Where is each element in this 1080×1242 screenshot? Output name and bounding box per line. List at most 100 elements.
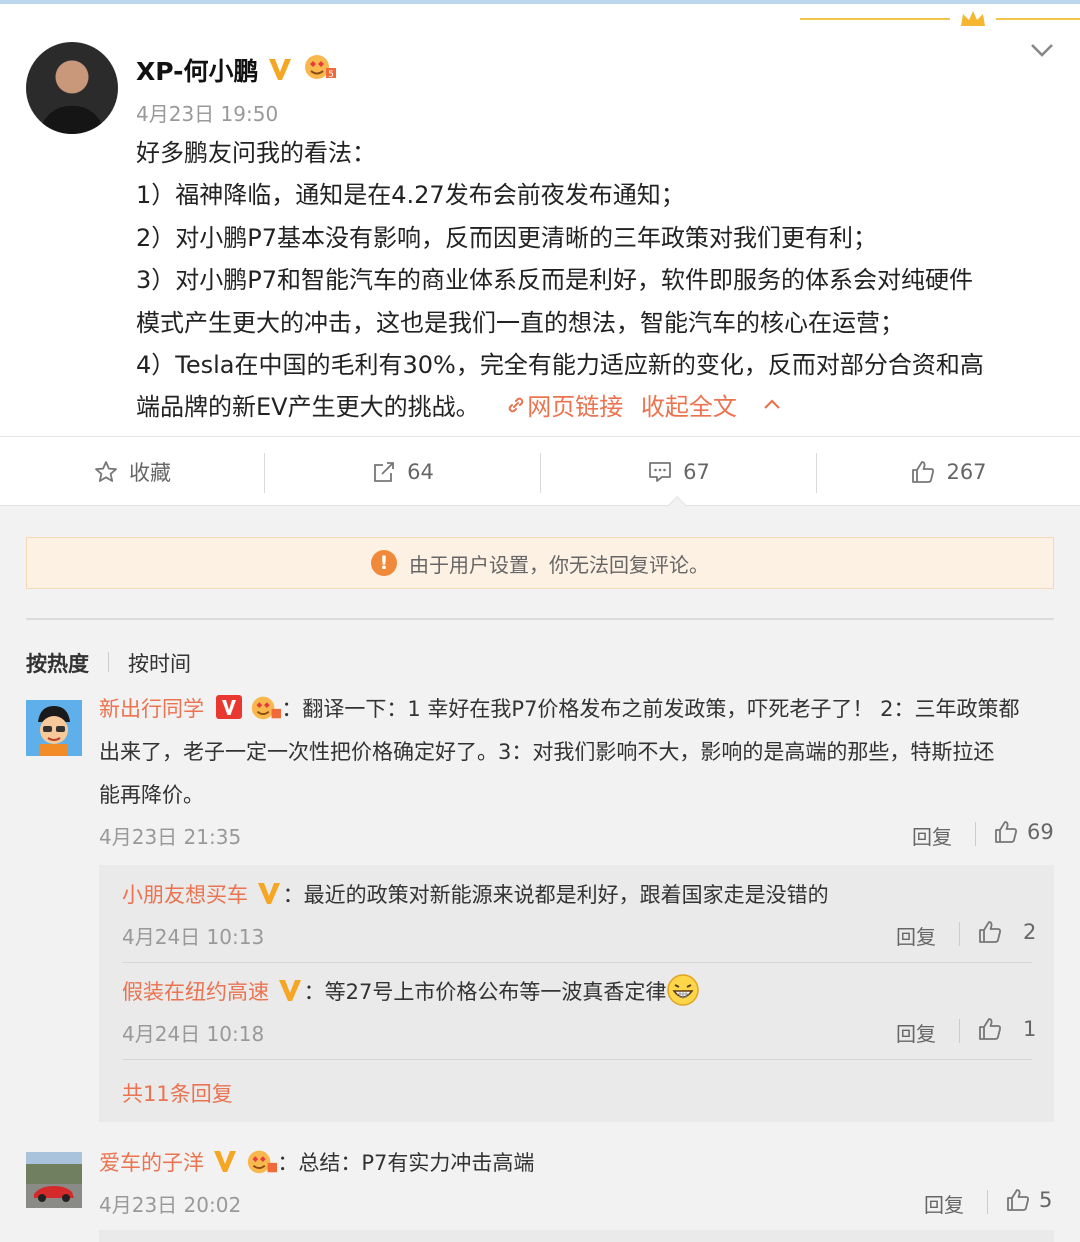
comment-icon	[649, 462, 672, 482]
sub-reply-text: ：等27号上市价格公布等一波真香定律	[303, 980, 667, 1004]
author-name[interactable]: XP-何小鹏	[136, 52, 259, 88]
post-time: 4月23日 19:50	[136, 102, 279, 126]
notice-text: 由于用户设置，你无法回复评论。	[409, 552, 709, 577]
verified-v-icon	[257, 883, 280, 904]
sort-by-time[interactable]: 按时间	[128, 648, 191, 678]
reply-restricted-notice: ! 由于用户设置，你无法回复评论。	[26, 537, 1054, 589]
post-line: 模式产生更大的冲击，这也是我们一直的想法，智能汽车的核心在运营；	[136, 308, 904, 337]
sub-reply-like-count: 2	[1023, 920, 1037, 944]
comment-text: ：翻译一下：1 幸好在我P7价格发布之前发政策，吓死老子了！ 2：三年政策都	[281, 697, 1020, 721]
post-line: 好多鹏友问我的看法：	[136, 139, 376, 167]
star-icon	[95, 461, 117, 482]
post-line: 4）Tesla在中国的毛利有30%，完全有能力适应新的变化，反而对部分合资和高	[136, 351, 984, 380]
weibo-post: XP-何小鹏 5 4月23日 19:50 好多鹏友问我的看法： 1）福神降临，通…	[0, 4, 1080, 436]
comment-time: 4月23日 20:02	[99, 1193, 242, 1217]
author-avatar[interactable]	[26, 42, 118, 134]
reply-button[interactable]: 回复	[924, 1189, 964, 1218]
sort-by-hot[interactable]: 按热度	[26, 648, 89, 678]
like-divider	[959, 922, 960, 946]
comment-button[interactable]: 67	[541, 437, 816, 507]
avatar-cartoon	[26, 700, 82, 756]
thumbs-up-icon	[995, 821, 1017, 843]
sub-reply-body: 小朋友想买车 ：最近的政策对新能源来说都是利好，跟着国家走是没错的	[122, 879, 829, 909]
like-divider	[987, 1190, 988, 1214]
web-link[interactable]: 网页链接	[505, 393, 631, 421]
comment-username[interactable]: 爱车的子洋	[99, 1151, 204, 1175]
comment-like-button[interactable]: 5	[1005, 1187, 1052, 1213]
comment-time: 4月23日 21:35	[99, 825, 242, 849]
like-count: 267	[946, 460, 987, 484]
post-line: 1）福神降临，通知是在4.27发布会前夜发布通知；	[136, 181, 685, 210]
sub-reply-username[interactable]: 小朋友想买车	[122, 883, 248, 907]
post-last-line: 端品牌的新EV产生更大的挑战。 网页链接 收起全文	[136, 386, 1046, 428]
action-bar: 收藏 64 67 267	[0, 436, 1080, 506]
section-divider	[26, 618, 1054, 620]
sort-divider	[108, 652, 109, 672]
web-link-label: 网页链接	[527, 393, 624, 422]
verified-v-icon	[278, 980, 301, 1001]
sub-reply-like-count: 1	[1023, 1017, 1037, 1041]
comment-avatar[interactable]	[26, 1152, 82, 1208]
like-divider	[959, 1019, 960, 1043]
comment-text: ：总结：P7有实力冲击高端	[277, 1151, 535, 1175]
thumbs-up-icon	[979, 921, 1001, 943]
sub-reply-like-button[interactable]: 1	[977, 1016, 1036, 1042]
reply-button[interactable]: 回复	[912, 821, 952, 850]
avatar-photo-car	[26, 1152, 82, 1208]
crown-icon	[961, 11, 985, 26]
sub-reply-username[interactable]: 假装在纽约高速	[122, 980, 269, 1004]
comment-body: 新出行同学 ：翻译一下：1 幸好在我P7价格发布之前发政策，吓死老子了！ 2：三…	[99, 688, 1054, 817]
comment-username[interactable]: 新出行同学	[99, 697, 204, 721]
comment-line: 新出行同学 ：翻译一下：1 幸好在我P7价格发布之前发政策，吓死老子了！ 2：三…	[99, 688, 1054, 731]
like-button[interactable]: 267	[817, 437, 1080, 507]
post-line: 端品牌的新EV产生更大的挑战。	[136, 393, 480, 422]
verified-v-icon	[269, 59, 291, 80]
sub-reply-time: 4月24日 10:13	[122, 925, 265, 949]
comment-line: 能再降价。	[99, 783, 204, 807]
member-badge-icon	[252, 696, 282, 720]
repost-count: 64	[407, 460, 434, 484]
sub-reply-like-button[interactable]: 2	[977, 919, 1036, 945]
favorite-label: 收藏	[129, 461, 171, 485]
comment-avatar[interactable]	[26, 700, 82, 756]
view-all-replies-link[interactable]: 共11条回复	[122, 1078, 233, 1108]
warning-icon: !	[371, 550, 397, 576]
sub-replies-next	[99, 1230, 1054, 1242]
decor-line-left	[800, 18, 950, 20]
sub-reply-text: ：最近的政策对新能源来说都是利好，跟着国家走是没错的	[282, 883, 829, 907]
repost-icon	[374, 462, 395, 482]
comment-line: 出来了，老子一定一次性把价格确定好了。3：对我们影响不大，影响的是高端的那些，特…	[99, 740, 995, 764]
collapse-button[interactable]: 收起全文	[641, 393, 783, 421]
verified-red-v-icon	[215, 695, 242, 719]
sub-reply-divider	[122, 962, 1032, 963]
repost-button[interactable]: 64	[265, 437, 540, 507]
chevron-down-icon[interactable]	[1028, 40, 1056, 60]
sub-reply-time: 4月24日 10:18	[122, 1022, 265, 1046]
comment-body: 爱车的子洋 ：总结：P7有实力冲击高端	[99, 1147, 534, 1178]
sub-reply-body: 假装在纽约高速 ：等27号上市价格公布等一波真香定律	[122, 974, 700, 1010]
thumbs-up-icon	[1007, 1189, 1029, 1211]
svg-text:5: 5	[328, 70, 334, 80]
member-badge-icon: 5	[305, 55, 336, 80]
thumbs-up-icon	[912, 461, 935, 483]
link-icon	[508, 398, 524, 413]
thumbs-up-icon	[979, 1018, 1001, 1040]
collapse-label: 收起全文	[640, 393, 737, 422]
post-line: 2）对小鹏P7基本没有影响，反而因更清晰的三年政策对我们更有利；	[136, 223, 878, 252]
member-badge-icon	[248, 1150, 278, 1174]
decor-line-right	[996, 18, 1080, 20]
post-content: 好多鹏友问我的看法： 1）福神降临，通知是在4.27发布会前夜发布通知； 2）对…	[136, 132, 1046, 429]
post-line: 3）对小鹏P7和智能汽车的商业体系反而是利好，软件即服务的体系会对纯硬件	[136, 266, 974, 295]
chevron-up-icon	[763, 399, 780, 410]
grin-emoji-icon	[667, 974, 700, 1006]
comment-like-count: 5	[1039, 1188, 1053, 1212]
favorite-button[interactable]: 收藏	[0, 437, 264, 507]
sub-reply-button[interactable]: 回复	[896, 921, 936, 950]
verified-v-icon	[213, 1151, 236, 1172]
sub-reply-button[interactable]: 回复	[896, 1018, 936, 1047]
comment-like-count: 69	[1027, 820, 1054, 844]
sub-reply-divider	[122, 1059, 1032, 1060]
comment-like-button[interactable]: 69	[993, 819, 1054, 845]
like-divider	[975, 822, 976, 846]
comment-count: 67	[683, 460, 710, 484]
